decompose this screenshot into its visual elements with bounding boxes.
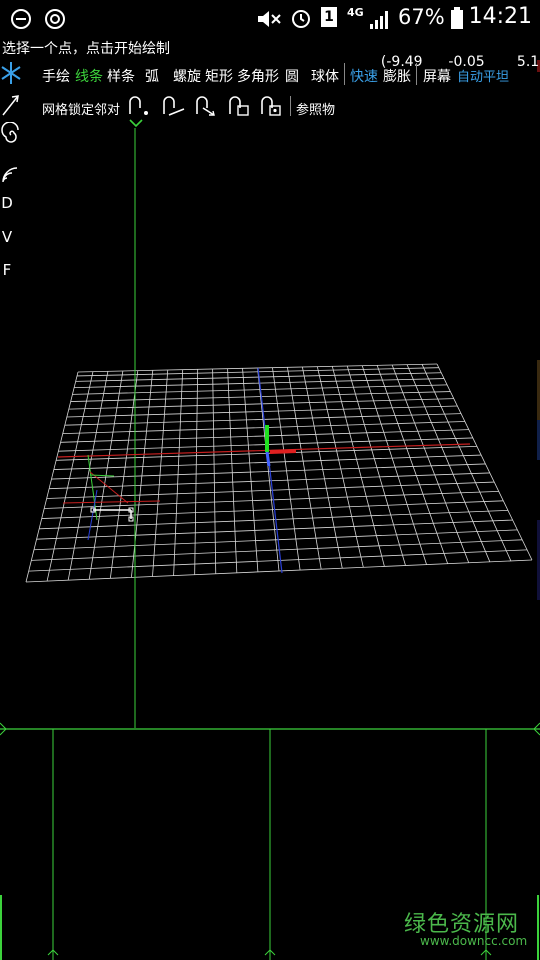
snap-square-icon[interactable]: [227, 94, 251, 116]
grid-line: [194, 369, 199, 575]
grid-line: [46, 481, 495, 499]
signal-icon: [370, 11, 388, 29]
asterisk-tool-icon[interactable]: [0, 60, 22, 86]
grid-line: [436, 363, 533, 561]
marker-down-icon: [129, 119, 143, 128]
tool-f[interactable]: F: [0, 261, 14, 279]
grid-line: [173, 369, 184, 576]
grid-line: [109, 370, 139, 579]
tool-quick[interactable]: 快速: [350, 66, 378, 86]
arrow-tool-icon[interactable]: [0, 92, 22, 118]
spiral-tool-icon[interactable]: [0, 122, 22, 148]
sim-icon: 1: [321, 7, 337, 27]
toolbar-separator: [290, 96, 291, 116]
tool-line[interactable]: 线条: [75, 66, 103, 86]
hint-text: 选择一个点，点击开始绘制: [2, 41, 170, 57]
toolbar-separator: [416, 63, 417, 85]
snap-arrow-icon[interactable]: [194, 94, 218, 116]
grid-line: [421, 364, 512, 562]
grid-line: [152, 369, 169, 577]
tool-v[interactable]: V: [0, 228, 14, 246]
grid-line: [406, 364, 491, 562]
toolbar-separator: [344, 63, 345, 85]
signal-arcs-tool-icon[interactable]: [0, 160, 22, 186]
reference-object-button[interactable]: 参照物: [296, 99, 335, 118]
minus-circle-icon: [11, 9, 31, 29]
x-axis-line: [57, 443, 471, 458]
battery-icon: [451, 7, 463, 29]
tool-circle[interactable]: 圆: [285, 66, 299, 86]
tool-d[interactable]: D: [0, 194, 14, 212]
coord-z: 5.18 ): [516, 54, 540, 70]
tool-sphere[interactable]: 球体: [311, 66, 339, 86]
grid-line: [49, 472, 490, 490]
grid-line: [33, 529, 518, 551]
tool-freehand[interactable]: 手绘: [42, 66, 70, 86]
network-type-label: 4G: [347, 6, 364, 19]
grid-line: [39, 509, 508, 530]
grid-line: [36, 519, 513, 540]
grid-line: [51, 463, 486, 480]
grid-line: [31, 539, 523, 561]
z-axis-line: [257, 367, 283, 574]
snap-line-icon[interactable]: [161, 94, 185, 116]
sync-icon: [45, 9, 65, 29]
grid-line: [212, 368, 217, 574]
grid-lock-toggle[interactable]: 网格锁定: [42, 99, 94, 118]
grid-line: [25, 559, 533, 583]
tool-screen[interactable]: 屏幕: [423, 66, 451, 86]
tool-spiral[interactable]: 螺旋: [173, 66, 201, 86]
clock: 14:21: [468, 4, 532, 29]
gizmo-x-handle[interactable]: [269, 449, 297, 454]
tool-spline[interactable]: 样条: [107, 66, 135, 86]
watermark-url: www.downcc.com: [420, 934, 528, 948]
tool-rect[interactable]: 矩形: [205, 66, 233, 86]
alarm-icon: [292, 10, 310, 28]
tool-polygon[interactable]: 多角形: [237, 66, 279, 86]
snap-point-icon[interactable]: [127, 94, 151, 116]
tool-arc[interactable]: 弧: [145, 66, 159, 86]
status-bar: 1 4G 67% 14:21: [0, 0, 540, 38]
tool-inflate[interactable]: 膨胀: [383, 66, 411, 86]
grid-line: [227, 368, 238, 573]
neighbor-snap-toggle[interactable]: 邻对: [94, 99, 120, 118]
mute-icon: [258, 11, 281, 27]
grid-line: [44, 490, 499, 509]
tool-auto-flat[interactable]: 自动平坦: [457, 66, 509, 85]
battery-percent: 67%: [398, 5, 445, 29]
snap-square-center-icon[interactable]: [259, 94, 283, 116]
grid-line: [28, 549, 528, 572]
3d-viewport[interactable]: [0, 0, 540, 960]
gizmo-z-handle[interactable]: [265, 451, 271, 467]
